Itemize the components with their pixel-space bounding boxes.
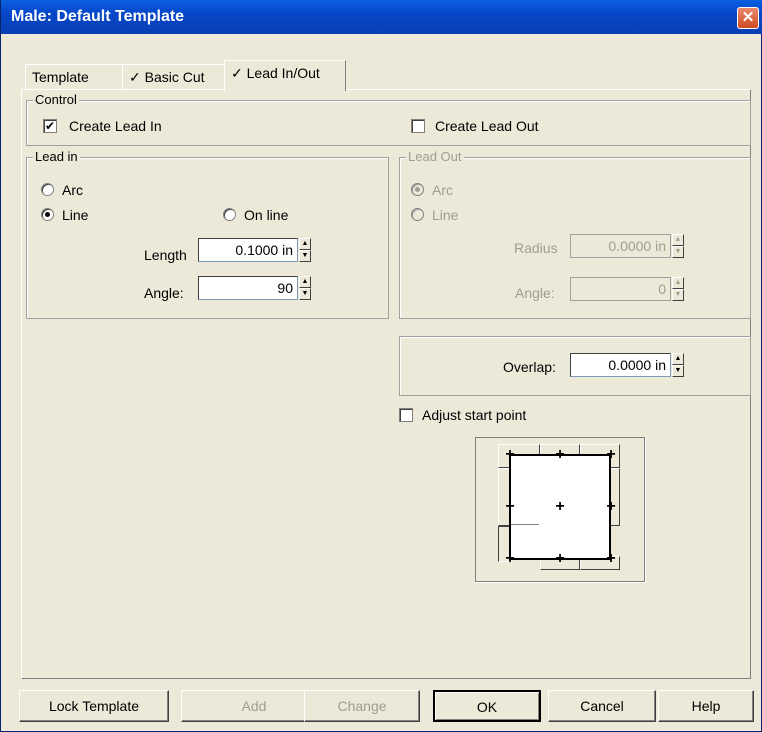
spin-up-icon[interactable]: ▲ bbox=[299, 276, 311, 288]
lead-out-line-label[interactable]: Line bbox=[432, 206, 458, 224]
lead-in-arc-radio[interactable] bbox=[41, 183, 54, 196]
close-icon[interactable]: ✕ bbox=[737, 7, 759, 29]
lead-in-on-line-radio[interactable] bbox=[223, 208, 236, 221]
spin-down-icon[interactable]: ▼ bbox=[299, 288, 311, 300]
lead-out-arc-label[interactable]: Arc bbox=[432, 181, 453, 199]
lead-in-line-label[interactable]: Line bbox=[62, 206, 88, 224]
lead-in-length-field[interactable]: 0.1000 in bbox=[198, 238, 298, 262]
create-lead-out-checkbox[interactable] bbox=[411, 119, 425, 133]
lead-in-angle-label: Angle: bbox=[144, 285, 184, 301]
help-button[interactable]: Help bbox=[658, 690, 754, 722]
window-title: Male: Default Template bbox=[11, 8, 185, 25]
lead-out-legend: Lead Out bbox=[406, 149, 464, 165]
start-point-plus-icon[interactable]: + bbox=[503, 499, 517, 515]
adjust-start-point-checkbox[interactable] bbox=[399, 408, 413, 422]
tab-basic-cut[interactable]: ✓ Basic Cut bbox=[122, 64, 226, 90]
lead-out-line-radio[interactable] bbox=[411, 208, 424, 221]
lead-in-legend: Lead in bbox=[33, 149, 80, 165]
lead-in-length-spinner[interactable]: ▲ ▼ bbox=[299, 238, 311, 262]
lock-template-button[interactable]: Lock Template bbox=[19, 690, 169, 722]
overlap-spinner[interactable]: ▲ ▼ bbox=[672, 353, 684, 377]
change-button[interactable]: Change bbox=[304, 690, 420, 722]
tab-lead-in-out[interactable]: ✓ Lead In/Out bbox=[224, 60, 346, 91]
start-point-plus-icon[interactable]: + bbox=[553, 551, 567, 567]
spin-down-icon[interactable]: ▼ bbox=[672, 289, 684, 301]
lead-in-angle-field[interactable]: 90 bbox=[198, 276, 298, 300]
lead-line bbox=[511, 524, 539, 525]
tab-template[interactable]: Template bbox=[25, 64, 123, 90]
create-lead-in-label[interactable]: Create Lead In bbox=[69, 117, 162, 135]
start-point-plus-icon[interactable]: + bbox=[553, 499, 567, 515]
start-point-grid: + + + + + + + + + bbox=[475, 437, 645, 582]
cancel-button[interactable]: Cancel bbox=[548, 690, 656, 722]
lead-in-arc-label[interactable]: Arc bbox=[62, 181, 83, 199]
spin-down-icon[interactable]: ▼ bbox=[299, 250, 311, 262]
create-lead-in-checkbox[interactable]: ✔ bbox=[43, 119, 57, 133]
lead-out-radius-label: Radius bbox=[514, 240, 558, 256]
lead-out-angle-spinner[interactable]: ▲ ▼ bbox=[672, 277, 684, 301]
overlap-label: Overlap: bbox=[503, 359, 556, 375]
lead-out-radius-spinner[interactable]: ▲ ▼ bbox=[672, 234, 684, 258]
spin-down-icon[interactable]: ▼ bbox=[672, 365, 684, 377]
lead-out-angle-label: Angle: bbox=[515, 285, 555, 301]
lead-in-on-line-label[interactable]: On line bbox=[244, 206, 288, 224]
spin-down-icon[interactable]: ▼ bbox=[672, 246, 684, 258]
dialog-window: Male: Default Template ✕ Template ✓ Basi… bbox=[0, 0, 762, 732]
lead-out-angle-field[interactable]: 0 bbox=[570, 277, 671, 301]
lead-out-radius-field[interactable]: 0.0000 in bbox=[570, 234, 671, 258]
control-legend: Control bbox=[33, 92, 79, 108]
spin-up-icon[interactable]: ▲ bbox=[672, 277, 684, 289]
title-bar[interactable]: Male: Default Template bbox=[1, 0, 762, 34]
create-lead-out-label[interactable]: Create Lead Out bbox=[435, 117, 539, 135]
adjust-start-point-label[interactable]: Adjust start point bbox=[422, 406, 526, 424]
lead-out-arc-radio[interactable] bbox=[411, 183, 424, 196]
spin-up-icon[interactable]: ▲ bbox=[672, 234, 684, 246]
lead-in-angle-spinner[interactable]: ▲ ▼ bbox=[299, 276, 311, 300]
lead-in-line-radio[interactable] bbox=[41, 208, 54, 221]
start-point-plus-icon[interactable]: + bbox=[503, 447, 517, 463]
start-point-plus-icon[interactable]: + bbox=[604, 551, 618, 567]
start-point-plus-icon[interactable]: + bbox=[604, 447, 618, 463]
spin-up-icon[interactable]: ▲ bbox=[672, 353, 684, 365]
start-point-plus-icon[interactable]: + bbox=[503, 551, 517, 567]
start-point-plus-icon[interactable]: + bbox=[553, 447, 567, 463]
spin-up-icon[interactable]: ▲ bbox=[299, 238, 311, 250]
lead-in-length-label: Length bbox=[144, 247, 187, 263]
ok-button[interactable]: OK bbox=[433, 690, 541, 722]
checkmark-icon: ✔ bbox=[44, 119, 56, 133]
overlap-field[interactable]: 0.0000 in bbox=[570, 353, 671, 377]
start-point-plus-icon[interactable]: + bbox=[604, 499, 618, 515]
